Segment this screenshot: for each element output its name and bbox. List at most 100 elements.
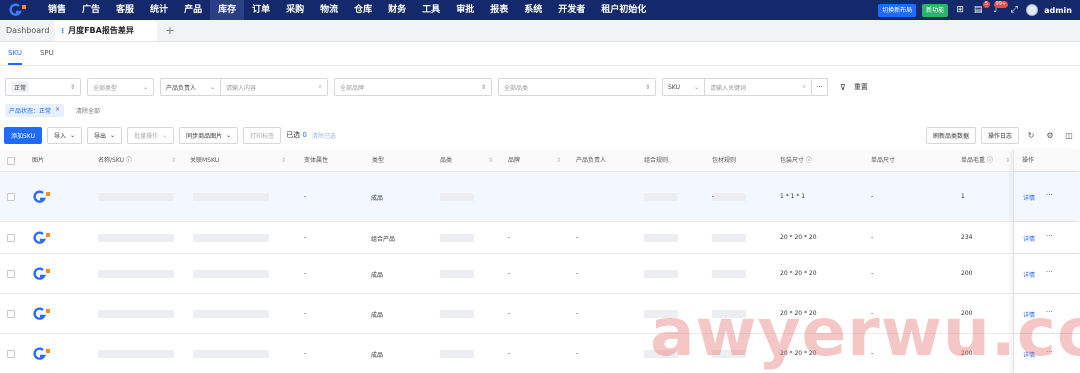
sync-images-button[interactable]: 同步商品图片 ⌄ <box>179 126 239 144</box>
nav-item-15[interactable]: 开发者 <box>550 0 593 20</box>
nav-item-1[interactable]: 广告 <box>74 0 108 20</box>
nav-item-8[interactable]: 物流 <box>312 0 346 20</box>
import-button[interactable]: 导入 ⌄ <box>46 126 83 144</box>
tab-sku[interactable]: SKU <box>8 42 22 65</box>
filter-bar: 正常 ⇕ 全部类型 ⌄ 产品负责人 ⌄ 请输入内容 ⌕ 全部品牌 ⇕ 全部品类 … <box>5 78 868 96</box>
columns-icon[interactable]: ◫ <box>1062 131 1076 140</box>
sort-icon[interactable]: ⇕ <box>171 150 176 172</box>
fullscreen-icon[interactable]: ⤢ <box>1008 5 1020 15</box>
row-checkbox[interactable] <box>7 193 15 201</box>
nav-item-9[interactable]: 仓库 <box>346 0 380 20</box>
print-label-button[interactable]: 打印标签 <box>243 126 282 144</box>
sort-icon[interactable]: ⇕ <box>556 150 561 172</box>
more-actions-icon[interactable]: ··· <box>1046 232 1053 240</box>
nav-item-16[interactable]: 租户初始化 <box>593 0 654 20</box>
gross-weight-cell: 234 <box>961 234 973 241</box>
nav-item-7[interactable]: 采购 <box>278 0 312 20</box>
owner-search-input[interactable]: 请输入内容 ⌕ <box>221 79 327 95</box>
type-select[interactable]: 全部类型 ⌄ <box>87 78 154 96</box>
table-row[interactable]: - 成品 - - 20 * 20 * 20 - 200 详情 ··· <box>0 254 1080 294</box>
nav-item-13[interactable]: 报表 <box>482 0 516 20</box>
status-filter-chip: 产品状态：正常 × <box>5 103 65 117</box>
sort-icon[interactable]: ⇕ <box>1005 150 1010 172</box>
tab-spu[interactable]: SPU <box>40 42 54 65</box>
sort-icon[interactable]: ⇕ <box>281 150 286 172</box>
search-icon[interactable]: ⌕ <box>319 83 322 91</box>
reset-button[interactable]: 重置 <box>854 82 868 92</box>
message-icon[interactable]: ▤ 5 <box>972 1 991 15</box>
app-logo[interactable] <box>0 0 40 20</box>
tab-dashboard[interactable]: Dashboard <box>0 21 55 41</box>
new-feature-button[interactable]: 新功能 <box>922 3 949 17</box>
nav-item-14[interactable]: 系统 <box>516 0 550 20</box>
gear-icon[interactable]: ⚙ <box>1043 131 1057 140</box>
row-actions: 详情 ··· <box>1013 254 1080 293</box>
export-button[interactable]: 导出 ⌄ <box>87 126 123 144</box>
add-tab-button[interactable]: + <box>157 21 182 41</box>
status-select-value: 正常 <box>11 81 30 93</box>
detail-link[interactable]: 详情 <box>1023 193 1035 202</box>
search-icon[interactable]: ⌕ <box>803 83 806 91</box>
product-size-cell: - <box>871 270 874 277</box>
type-select-placeholder: 全部类型 <box>93 84 118 92</box>
nav-item-10[interactable]: 财务 <box>380 0 414 20</box>
add-sku-button[interactable]: 添加SKU <box>4 126 42 144</box>
row-checkbox[interactable] <box>7 310 15 318</box>
more-actions-icon[interactable]: ··· <box>1046 348 1053 356</box>
notification-bell-icon[interactable]: ♪ 99+ <box>990 1 1009 15</box>
nav-item-5[interactable]: 库存 <box>210 0 245 20</box>
avatar[interactable] <box>1026 4 1039 16</box>
clear-all-filters-link[interactable]: 清除全部 <box>76 106 100 115</box>
table-row[interactable]: - 成品 - - 20 * 20 * 20 - 200 详情 ··· <box>0 334 1080 373</box>
product-thumbnail[interactable] <box>32 267 54 281</box>
refresh-category-button[interactable]: 刷新品类数据 <box>925 126 976 144</box>
nav-item-6[interactable]: 订单 <box>244 0 278 20</box>
operation-log-button[interactable]: 操作日志 <box>980 126 1019 144</box>
nav-item-2[interactable]: 客服 <box>108 0 142 20</box>
col-name-sku[interactable]: 名称/SKU ⓘ <box>98 150 132 172</box>
chevron-updown-icon: ⇕ <box>644 83 650 91</box>
category-placeholder <box>440 310 474 318</box>
row-checkbox[interactable] <box>7 234 15 242</box>
clear-selected-link[interactable]: 清除已选 <box>312 131 336 140</box>
table-row[interactable]: - 组合产品 - - 20 * 20 * 20 - 234 详情 ··· <box>0 222 1080 254</box>
detail-link[interactable]: 详情 <box>1023 350 1035 359</box>
sku-search-input[interactable]: 请输入关键词 ⌕ <box>705 79 811 95</box>
detail-link[interactable]: 详情 <box>1023 234 1035 243</box>
batch-operation-button[interactable]: 批量操作 ⌄ <box>127 126 175 144</box>
product-thumbnail[interactable] <box>32 190 54 204</box>
username[interactable]: admin <box>1044 6 1072 15</box>
detail-link[interactable]: 详情 <box>1023 270 1035 279</box>
detail-link[interactable]: 详情 <box>1023 310 1035 319</box>
nav-item-0[interactable]: 销售 <box>40 0 74 20</box>
tab-active[interactable]: ⁞ 月度FBA报告差异 <box>55 21 158 41</box>
sort-icon[interactable]: ⇕ <box>488 150 493 172</box>
brand-select[interactable]: 全部品牌 ⇕ <box>334 78 492 96</box>
refresh-icon[interactable]: ↻ <box>1024 131 1038 140</box>
nav-item-11[interactable]: 工具 <box>414 0 448 20</box>
row-checkbox[interactable] <box>7 350 15 358</box>
nav-item-12[interactable]: 审批 <box>448 0 482 20</box>
switch-layout-button[interactable]: 切换新布局 <box>878 3 917 17</box>
tab-drag-icon: ⁞ <box>61 27 65 35</box>
row-checkbox[interactable] <box>7 270 15 278</box>
owner-field-select[interactable]: 产品负责人 ⌄ <box>161 79 221 95</box>
sku-field-select[interactable]: SKU ⌄ <box>663 79 705 95</box>
more-filters-button[interactable]: ··· <box>812 78 828 96</box>
status-select[interactable]: 正常 ⇕ <box>5 78 81 96</box>
more-actions-icon[interactable]: ··· <box>1046 191 1053 199</box>
product-thumbnail[interactable] <box>32 231 54 245</box>
more-actions-icon[interactable]: ··· <box>1046 268 1053 276</box>
select-all-checkbox[interactable] <box>7 157 15 165</box>
nav-item-3[interactable]: 统计 <box>142 0 176 20</box>
add-window-icon[interactable]: ⊞ <box>954 5 966 15</box>
table-row[interactable]: - 成品 - 1 * 1 * 1 - 1 详情 ··· <box>0 172 1080 222</box>
category-select[interactable]: 全部品类 ⇕ <box>498 78 656 96</box>
product-thumbnail[interactable] <box>32 307 54 321</box>
more-actions-icon[interactable]: ··· <box>1046 308 1053 316</box>
product-thumbnail[interactable] <box>32 347 54 361</box>
nav-item-4[interactable]: 产品 <box>176 0 210 20</box>
filter-icon[interactable]: ⊽ <box>840 83 846 92</box>
close-icon[interactable]: × <box>55 106 60 115</box>
table-row[interactable]: - 成品 - - 20 * 20 * 20 - 200 详情 ··· <box>0 294 1080 334</box>
